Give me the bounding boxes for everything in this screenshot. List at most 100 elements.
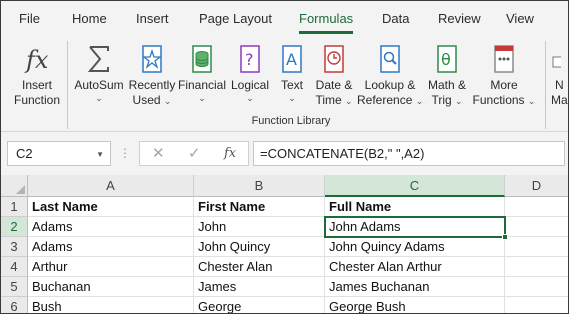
more-book-icon [469, 39, 539, 75]
formula-text: =CONCATENATE(B2," ",A2) [260, 146, 425, 161]
chevron-down-icon: ⌄ [95, 93, 103, 103]
tab-home[interactable]: Home [72, 11, 107, 26]
date-time-label-1: Date & [315, 78, 353, 92]
recently-used-button[interactable]: Recently Used ⌄ [127, 39, 177, 108]
text-label: Text [280, 78, 303, 92]
excel-window: File Home Insert Page Layout Formulas Da… [0, 0, 569, 314]
cell-c4[interactable]: Chester Alan Arthur [325, 257, 505, 277]
select-all-button[interactable] [1, 175, 28, 197]
more-functions-button[interactable]: More Functions ⌄ [469, 39, 539, 108]
row-header-2[interactable]: 2 [1, 217, 28, 237]
tab-view[interactable]: View [506, 11, 534, 26]
chevron-down-icon: ⌄ [198, 93, 206, 103]
cell-a4[interactable]: Arthur [28, 257, 194, 277]
cell-d1[interactable] [505, 197, 568, 217]
name-box[interactable]: C2 ▼ [7, 141, 111, 166]
chevron-down-icon: ⌄ [163, 96, 172, 106]
ribbon-separator [545, 41, 546, 129]
row-header-3[interactable]: 3 [1, 237, 28, 257]
tab-file[interactable]: File [19, 11, 40, 26]
formula-buttons: ✕ ✓ fx [139, 141, 249, 166]
cell-d3[interactable] [505, 237, 568, 257]
lookup-reference-label-2: Reference [357, 93, 413, 107]
cell-d5[interactable] [505, 277, 568, 297]
sigma-icon [71, 39, 127, 75]
clock-book-icon [311, 39, 357, 75]
cell-c2[interactable]: John Adams [325, 217, 505, 237]
autosum-button[interactable]: AutoSum ⌄ [71, 39, 127, 103]
chevron-down-icon[interactable]: ▼ [96, 150, 104, 159]
star-book-icon [127, 39, 177, 75]
cell-d2[interactable] [505, 217, 568, 237]
cell-a5[interactable]: Buchanan [28, 277, 194, 297]
text-book-icon: A [273, 39, 311, 75]
math-trig-label-1: Math & [427, 78, 466, 92]
spreadsheet-grid: A B C D 1 Last Name First Name Full Name… [1, 175, 568, 313]
chevron-down-icon: ⌄ [288, 93, 296, 103]
cell-c3[interactable]: John Quincy Adams [325, 237, 505, 257]
fx-icon: fx [9, 39, 65, 75]
row-header-6[interactable]: 6 [1, 297, 28, 313]
tab-review[interactable]: Review [438, 11, 481, 26]
theta-book-icon: θ [423, 39, 471, 75]
formula-bar-resize-handle[interactable]: ⋮ [119, 146, 131, 160]
cell-d4[interactable] [505, 257, 568, 277]
tab-formulas[interactable]: Formulas [299, 11, 353, 26]
row-header-1[interactable]: 1 [1, 197, 28, 217]
tab-page-layout[interactable]: Page Layout [199, 11, 272, 26]
tab-insert[interactable]: Insert [136, 11, 169, 26]
column-header-b[interactable]: B [194, 175, 325, 197]
cell-c6[interactable]: George Bush [325, 297, 505, 313]
row-header-4[interactable]: 4 [1, 257, 28, 277]
name-manager-button[interactable]: N Ma [551, 39, 568, 108]
enter-check-icon[interactable]: ✓ [188, 144, 201, 162]
lookup-reference-label-1: Lookup & [364, 78, 416, 92]
name-manager-icon [551, 39, 568, 75]
svg-text:θ: θ [441, 50, 451, 69]
chevron-down-icon: ⌄ [246, 93, 254, 103]
recently-used-label-2: Used [132, 93, 161, 107]
cell-a1[interactable]: Last Name [28, 197, 194, 217]
date-time-label-2: Time [315, 93, 342, 107]
cancel-icon[interactable]: ✕ [152, 144, 165, 162]
math-trig-button[interactable]: θ Math & Trig ⌄ [423, 39, 471, 108]
column-header-d[interactable]: D [505, 175, 568, 197]
question-book-icon: ? [227, 39, 273, 75]
date-time-button[interactable]: Date & Time ⌄ [311, 39, 357, 108]
lookup-reference-button[interactable]: Lookup & Reference ⌄ [357, 39, 423, 108]
cell-a2[interactable]: Adams [28, 217, 194, 237]
formulas-ribbon: fx Insert Function AutoSum ⌄ Recently Us… [1, 35, 568, 131]
cell-a3[interactable]: Adams [28, 237, 194, 257]
fill-handle[interactable] [502, 234, 508, 240]
logical-button[interactable]: ? Logical ⌄ [227, 39, 273, 103]
financial-button[interactable]: Financial ⌄ [177, 39, 227, 103]
ribbon-separator [67, 41, 68, 129]
chevron-down-icon: ⌄ [345, 96, 353, 106]
formula-input[interactable]: =CONCATENATE(B2," ",A2) [253, 141, 565, 166]
cell-c5[interactable]: James Buchanan [325, 277, 505, 297]
column-header-a[interactable]: A [28, 175, 194, 197]
cell-a6[interactable]: Bush [28, 297, 194, 313]
cell-b4[interactable]: Chester Alan [194, 257, 325, 277]
cell-b6[interactable]: George [194, 297, 325, 313]
cell-b2[interactable]: John [194, 217, 325, 237]
insert-function-button[interactable]: fx Insert Function [9, 39, 65, 108]
tab-data[interactable]: Data [382, 11, 409, 26]
text-button[interactable]: A Text ⌄ [273, 39, 311, 103]
formula-bar: C2 ▼ ⋮ ✕ ✓ fx =CONCATENATE(B2," ",A2) [1, 131, 568, 174]
cell-c1[interactable]: Full Name [325, 197, 505, 217]
cell-b3[interactable]: John Quincy [194, 237, 325, 257]
column-header-c[interactable]: C [325, 175, 505, 197]
more-functions-label-1: More [490, 78, 518, 92]
insert-function-label-1: Insert [21, 78, 52, 92]
row-header-5[interactable]: 5 [1, 277, 28, 297]
svg-text:?: ? [245, 50, 254, 69]
magnifier-book-icon [357, 39, 423, 75]
cell-b1[interactable]: First Name [194, 197, 325, 217]
cell-b5[interactable]: James [194, 277, 325, 297]
insert-function-label-2: Function [13, 93, 61, 107]
financial-icon [177, 39, 227, 75]
insert-function-fx-icon[interactable]: fx [224, 146, 236, 161]
svg-text:A: A [286, 50, 297, 69]
cell-d6[interactable] [505, 297, 568, 313]
